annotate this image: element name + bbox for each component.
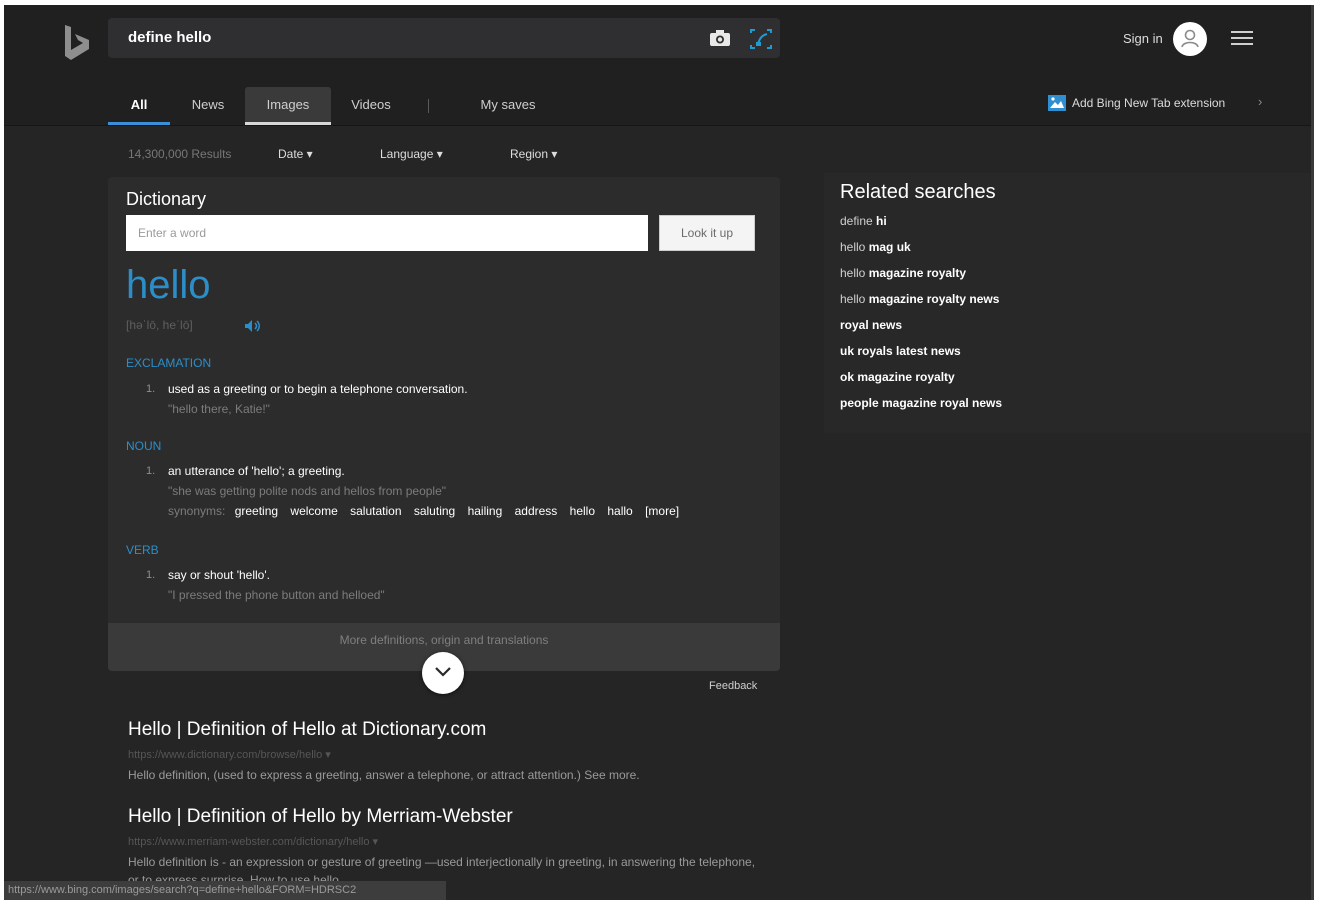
related-search-prefix: hello [840, 292, 869, 306]
camera-icon[interactable] [708, 28, 732, 48]
tab-news-label: News [191, 97, 225, 112]
language-filter[interactable]: Language ▾ [380, 147, 443, 161]
related-search-prefix: hello [840, 266, 869, 280]
related-search-item[interactable]: uk royals latest news [840, 344, 961, 358]
active-tab-indicator [108, 122, 170, 125]
browser-viewport: define hello Sign in All News Images Vid… [4, 5, 1314, 900]
more-definitions-link[interactable]: More definitions, origin and translation… [108, 633, 780, 647]
definition-example: "hello there, Katie!" [168, 402, 270, 416]
related-search-item[interactable]: royal news [840, 318, 902, 332]
related-search-suffix: magazine royalty news [868, 292, 1000, 306]
related-search-suffix: magazine royalty [868, 266, 967, 280]
related-searches-panel: Related searches define hi hello mag uk … [824, 173, 1310, 433]
part-of-speech-exclamation: EXCLAMATION [126, 356, 212, 370]
visual-search-icon[interactable] [748, 27, 774, 51]
tab-videos-label: Videos [351, 97, 391, 112]
synonyms-label: synonyms: [168, 504, 226, 518]
more-synonyms-link[interactable]: [more] [645, 504, 679, 518]
chevron-down-icon [435, 667, 451, 677]
hover-tab-indicator [245, 122, 331, 125]
tab-all-label: All [130, 97, 148, 112]
speaker-icon[interactable] [244, 319, 262, 333]
related-search-item[interactable]: people magazine royal news [840, 396, 1002, 410]
pronunciation: [həˈlō, heˈlō] [126, 318, 193, 332]
result-title-link[interactable]: Hello | Definition of Hello by Merriam-W… [128, 806, 513, 828]
synonym-link[interactable]: welcome [290, 504, 337, 518]
synonym-link[interactable]: hello [570, 504, 595, 518]
dictionary-title: Dictionary [126, 189, 207, 209]
status-bar-url: https://www.bing.com/images/search?q=def… [4, 881, 446, 900]
tab-my-saves[interactable]: My saves [463, 87, 553, 123]
bing-logo[interactable] [59, 23, 93, 63]
synonym-link[interactable]: greeting [235, 504, 278, 518]
scrollbar[interactable] [1311, 5, 1314, 900]
definition-example: "I pressed the phone button and helloed" [168, 588, 385, 602]
avatar[interactable] [1173, 22, 1207, 56]
related-search-suffix: ok magazine royalty [840, 370, 955, 384]
related-search-suffix: mag uk [868, 240, 911, 254]
definition-example: "she was getting polite nods and hellos … [168, 484, 447, 498]
synonym-link[interactable]: hallo [607, 504, 632, 518]
definition-text: an utterance of 'hello'; a greeting. [168, 464, 345, 478]
part-of-speech-noun: NOUN [126, 439, 162, 453]
sign-in-link[interactable]: Sign in [1123, 31, 1163, 46]
related-search-item[interactable]: hello magazine royalty [840, 266, 966, 280]
related-search-item[interactable]: define hi [840, 214, 887, 228]
tab-videos[interactable]: Videos [336, 87, 406, 123]
definition-number: 1. [146, 569, 156, 581]
tab-all[interactable]: All [108, 87, 170, 125]
chevron-right-icon: › [1258, 94, 1263, 109]
tab-images[interactable]: Images [245, 87, 331, 125]
headword: hello [126, 263, 211, 307]
synonym-link[interactable]: saluting [414, 504, 455, 518]
related-search-prefix: define [840, 214, 877, 228]
result-snippet: Hello definition, (used to express a gre… [128, 768, 640, 782]
result-title-link[interactable]: Hello | Definition of Hello at Dictionar… [128, 719, 486, 741]
related-search-prefix: hello [840, 240, 869, 254]
related-search-suffix: hi [876, 214, 887, 228]
tab-news[interactable]: News [178, 87, 238, 123]
extension-label: Add Bing New Tab extension [1072, 96, 1226, 110]
extension-icon [1048, 95, 1066, 111]
related-search-item[interactable]: ok magazine royalty [840, 370, 955, 384]
related-search-suffix: royal news [840, 318, 903, 332]
hamburger-menu-icon[interactable] [1231, 29, 1253, 47]
expand-button[interactable] [422, 652, 464, 694]
definition-text: say or shout 'hello'. [168, 568, 270, 582]
result-url[interactable]: https://www.dictionary.com/browse/hello … [128, 748, 331, 761]
related-search-item[interactable]: hello mag uk [840, 240, 911, 254]
synonym-link[interactable]: salutation [350, 504, 401, 518]
look-it-up-button[interactable]: Look it up [659, 215, 755, 251]
definition-number: 1. [146, 465, 156, 477]
definition-number: 1. [146, 383, 156, 395]
synonym-link[interactable]: hailing [468, 504, 503, 518]
feedback-link[interactable]: Feedback [709, 680, 757, 692]
header: define hello Sign in All News Images Vid… [4, 5, 1314, 126]
related-search-suffix: people magazine royal news [840, 396, 1003, 410]
result-url[interactable]: https://www.merriam-webster.com/dictiona… [128, 835, 378, 848]
date-filter[interactable]: Date ▾ [278, 147, 313, 161]
tab-my-saves-label: My saves [480, 97, 536, 112]
tab-divider [428, 99, 429, 113]
related-searches-title: Related searches [840, 181, 996, 203]
part-of-speech-verb: VERB [126, 543, 159, 557]
related-search-item[interactable]: hello magazine royalty news [840, 292, 999, 306]
synonym-link[interactable]: address [515, 504, 558, 518]
results-count: 14,300,000 Results [128, 147, 232, 161]
synonyms-list: synonyms: greeting welcome salutation sa… [168, 504, 688, 518]
search-input[interactable]: define hello [128, 29, 211, 46]
related-search-suffix: uk royals latest news [840, 344, 961, 358]
definition-text: used as a greeting or to begin a telepho… [168, 382, 468, 396]
region-filter[interactable]: Region ▾ [510, 147, 557, 161]
search-box[interactable]: define hello [108, 18, 780, 58]
dictionary-card: Dictionary Look it up hello [həˈlō, heˈl… [108, 177, 780, 671]
dictionary-word-input[interactable] [126, 215, 648, 251]
tab-images-label: Images [266, 97, 310, 112]
avatar-icon [1181, 29, 1199, 48]
